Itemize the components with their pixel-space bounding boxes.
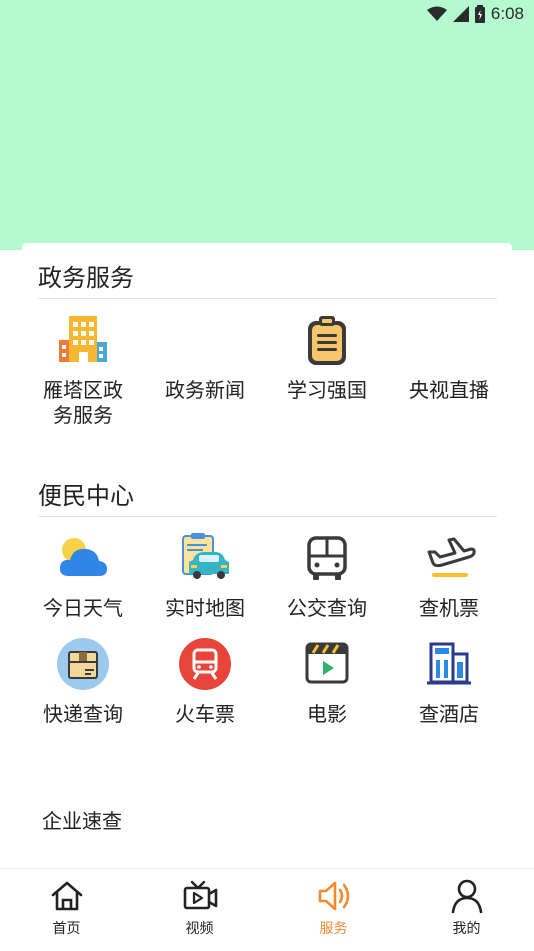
grid-item-express[interactable]: 快递查询 bbox=[22, 636, 144, 727]
cctv-icon-placeholder bbox=[421, 312, 477, 368]
airplane-icon bbox=[427, 537, 476, 577]
section-divider bbox=[38, 516, 497, 517]
grid-item-label-line2: 务服务 bbox=[53, 403, 113, 427]
grid-item-label: 央视直播 bbox=[409, 378, 489, 402]
grid-item-realtime-map[interactable]: 实时地图 bbox=[144, 530, 266, 621]
video-icon bbox=[183, 880, 217, 910]
grid-item-label: 今日天气 bbox=[43, 596, 123, 620]
grid-item-label: 公交查询 bbox=[287, 596, 367, 620]
grid-item-label: 雁塔区政 bbox=[43, 378, 123, 402]
grid-item-train[interactable]: 火车票 bbox=[144, 636, 266, 727]
tab-label: 首页 bbox=[52, 921, 81, 937]
grid-item-gov-news[interactable]: 政务新闻 bbox=[144, 312, 266, 403]
tab-label: 服务 bbox=[319, 921, 348, 937]
movie-icon bbox=[305, 642, 349, 684]
grid-item-flight[interactable]: 查机票 bbox=[388, 530, 510, 621]
hotel-icon bbox=[427, 642, 471, 685]
bottom-tab-bar: 首页 视频 服务 我的 bbox=[0, 868, 534, 951]
grid-item-movie[interactable]: 电影 bbox=[266, 636, 388, 727]
grid-item-label: 实时地图 bbox=[165, 596, 245, 620]
grid-item-label: 查酒店 bbox=[419, 702, 479, 726]
grid-item-label: 查机票 bbox=[419, 596, 479, 620]
tab-mine[interactable]: 我的 bbox=[400, 869, 533, 951]
grid-item-yanta-gov[interactable]: 雁塔区政 务服务 bbox=[22, 312, 144, 428]
user-icon bbox=[451, 879, 482, 914]
weather-icon bbox=[59, 538, 107, 576]
enterprise-lookup-link[interactable]: 企业速查 bbox=[42, 805, 122, 834]
tab-label: 我的 bbox=[452, 921, 481, 937]
speaker-icon bbox=[318, 881, 349, 911]
grid-item-label: 火车票 bbox=[175, 702, 235, 726]
grid-item-label: 快递查询 bbox=[43, 702, 123, 726]
clipboard-icon bbox=[308, 316, 346, 365]
status-bar: 6:08 bbox=[426, 2, 524, 26]
wifi-icon bbox=[426, 6, 447, 21]
signal-icon bbox=[452, 6, 469, 22]
grid-item-bus[interactable]: 公交查询 bbox=[266, 530, 388, 621]
tab-video[interactable]: 视频 bbox=[133, 869, 266, 951]
status-time: 6:08 bbox=[490, 4, 524, 23]
grid-item-study[interactable]: 学习强国 bbox=[266, 312, 388, 403]
tab-services[interactable]: 服务 bbox=[267, 869, 400, 951]
tab-label: 视频 bbox=[185, 921, 214, 937]
grid-item-label: 政务新闻 bbox=[165, 378, 245, 402]
section-divider bbox=[38, 298, 497, 299]
section-title-government: 政务服务 bbox=[38, 264, 134, 292]
bus-icon bbox=[307, 536, 347, 580]
section-title-convenience: 便民中心 bbox=[38, 482, 134, 510]
train-icon bbox=[179, 638, 231, 690]
grid-item-label: 学习强国 bbox=[287, 378, 367, 402]
grid-item-hotel[interactable]: 查酒店 bbox=[388, 636, 510, 727]
grid-item-label: 电影 bbox=[307, 702, 347, 726]
gov-news-icon-placeholder bbox=[177, 312, 233, 368]
grid-item-weather[interactable]: 今日天气 bbox=[22, 530, 144, 621]
map-car-icon bbox=[182, 533, 229, 579]
package-icon bbox=[57, 638, 109, 690]
header-banner bbox=[0, 0, 534, 250]
building-icon bbox=[59, 316, 107, 362]
home-icon bbox=[51, 881, 82, 911]
battery-icon bbox=[474, 5, 485, 23]
tab-home[interactable]: 首页 bbox=[0, 869, 133, 951]
grid-item-cctv-live[interactable]: 央视直播 bbox=[388, 312, 510, 403]
